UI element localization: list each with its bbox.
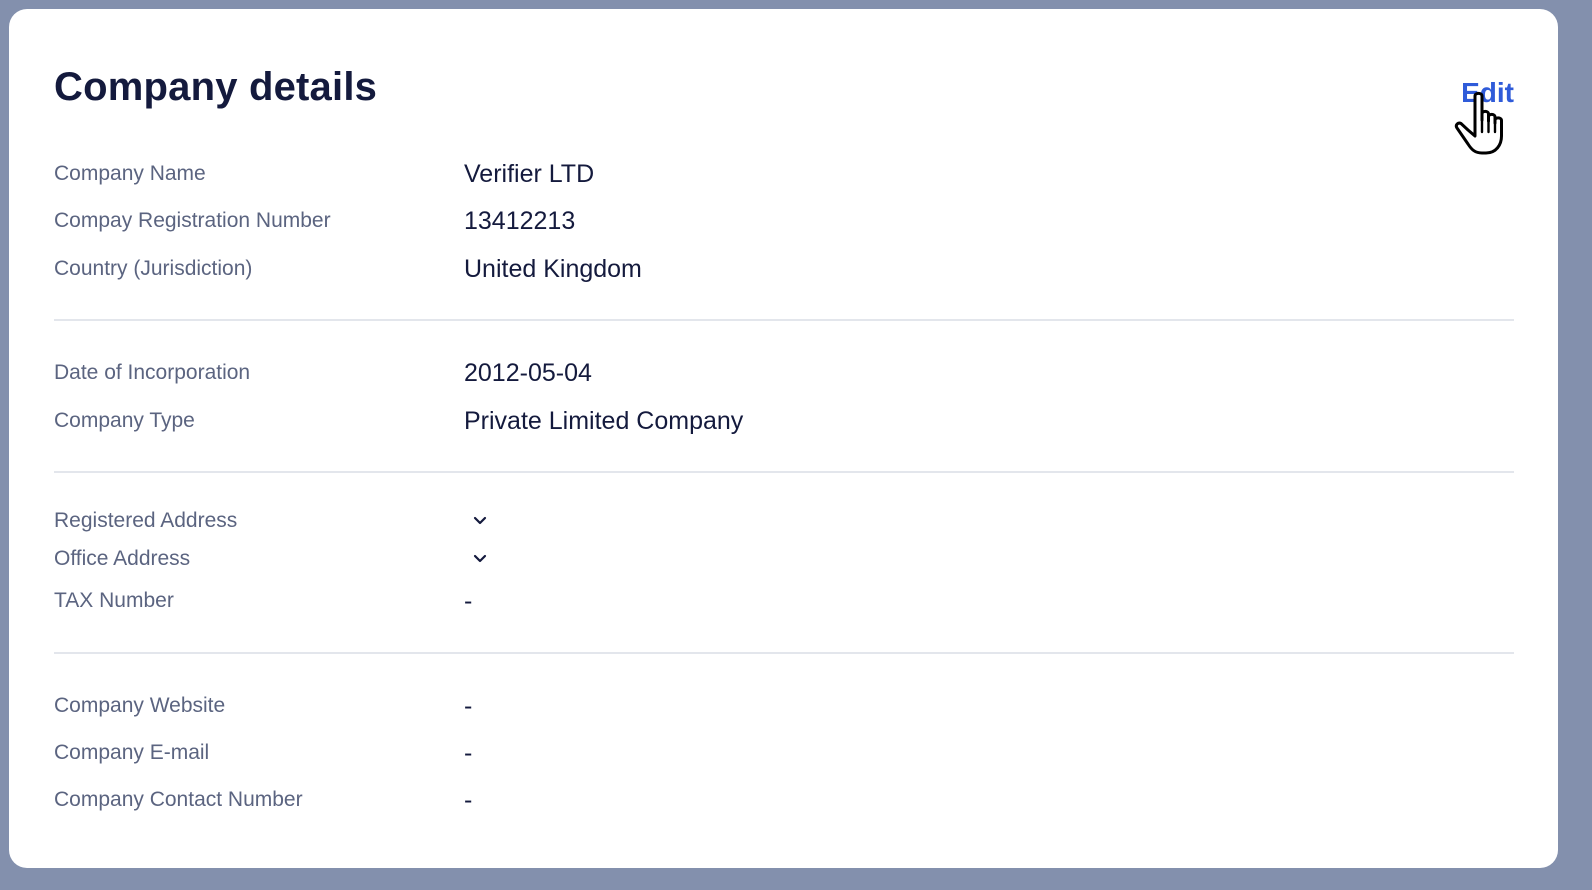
email-value: - [464,739,473,767]
chevron-down-icon[interactable] [470,548,490,568]
contact-number-label: Company Contact Number [54,788,303,811]
section-divider [54,471,1514,473]
tax-number-value: - [464,587,473,615]
detail-row-country: Country (Jurisdiction) United Kingdom [54,254,1514,284]
page-title: Company details [54,65,378,109]
company-type-label: Company Type [54,409,195,432]
tax-number-label: TAX Number [54,589,174,612]
email-label: Company E-mail [54,741,210,764]
office-address-label: Office Address [54,547,191,570]
company-type-value: Private Limited Company [464,407,744,435]
registered-address-label: Registered Address [54,509,238,532]
country-label: Country (Jurisdiction) [54,257,253,280]
country-value: United Kingdom [464,255,642,283]
detail-row-company-type: Company Type Private Limited Company [54,406,1514,436]
section-divider [54,319,1514,321]
detail-row-office-address: Office Address [54,544,1514,574]
hand-pointer-cursor-icon [1454,91,1503,155]
detail-row-registration-number: Compay Registration Number 13412213 [54,206,1514,236]
contact-number-value: - [464,786,473,814]
company-details-card: Company details Edit Company Name Verifi… [9,9,1558,868]
detail-row-website: Company Website - [54,691,1514,721]
registration-number-value: 13412213 [464,207,576,235]
detail-row-contact-number: Company Contact Number - [54,785,1514,815]
company-name-value: Verifier LTD [464,160,595,188]
registration-number-label: Compay Registration Number [54,209,331,232]
website-label: Company Website [54,694,226,717]
detail-row-tax-number: TAX Number - [54,586,1514,616]
date-of-incorporation-label: Date of Incorporation [54,361,251,384]
detail-row-email: Company E-mail - [54,738,1514,768]
section-divider [54,652,1514,654]
website-value: - [464,692,473,720]
company-name-label: Company Name [54,162,206,185]
detail-row-registered-address: Registered Address [54,506,1514,536]
date-of-incorporation-value: 2012-05-04 [464,359,592,387]
chevron-down-icon[interactable] [470,510,490,530]
detail-row-company-name: Company Name Verifier LTD [54,159,1514,189]
detail-row-date-of-incorporation: Date of Incorporation 2012-05-04 [54,358,1514,388]
